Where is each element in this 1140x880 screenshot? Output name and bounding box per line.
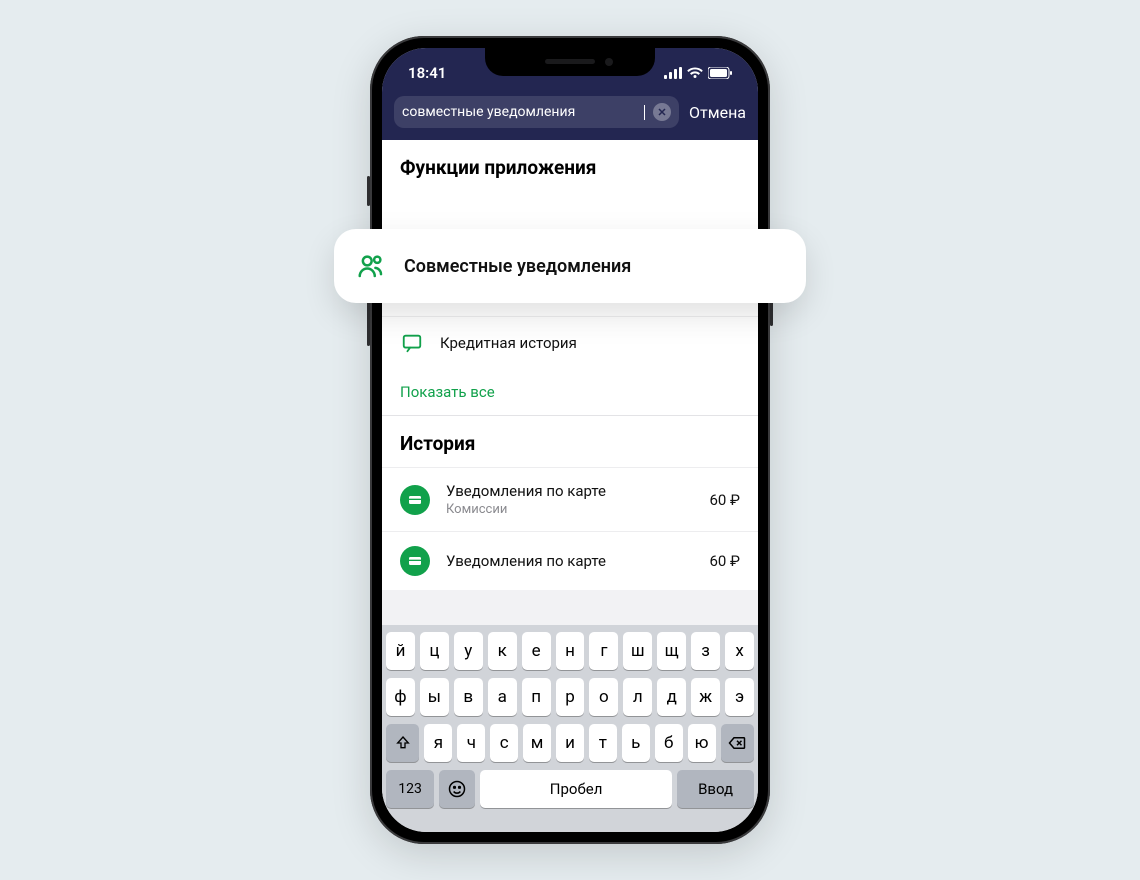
battery-icon xyxy=(708,67,732,79)
item-label: Уведомления по карте xyxy=(446,552,693,570)
screen: 18:41 xyxy=(382,48,758,832)
item-label: Кредитная история xyxy=(440,334,740,352)
list-item[interactable]: Уведомления по карте Комиссии 60 ₽ xyxy=(382,467,758,531)
letter-key[interactable]: ф xyxy=(386,678,415,716)
keyboard-row-3: ячсмитьбю xyxy=(386,724,754,762)
letter-key[interactable]: в xyxy=(454,678,483,716)
item-amount: 60 ₽ xyxy=(709,491,740,509)
letter-key[interactable]: б xyxy=(655,724,683,762)
list-item[interactable]: Кредитная история xyxy=(382,316,758,369)
search-row: совместные уведомления Отмена xyxy=(382,88,758,140)
letter-key[interactable]: т xyxy=(589,724,617,762)
letter-key[interactable]: ж xyxy=(691,678,720,716)
highlighted-result[interactable]: Совместные уведомления xyxy=(334,229,806,303)
letter-key[interactable]: з xyxy=(691,632,720,670)
letter-key[interactable]: э xyxy=(725,678,754,716)
highlight-label: Совместные уведомления xyxy=(404,256,631,277)
letter-key[interactable]: п xyxy=(522,678,551,716)
keyboard-row-2: фывапролджэ xyxy=(386,678,754,716)
signal-icon xyxy=(664,67,682,79)
section-title-history: История xyxy=(382,415,758,467)
space-key[interactable]: Пробел xyxy=(480,770,672,808)
letter-key[interactable]: у xyxy=(454,632,483,670)
letter-key[interactable]: с xyxy=(490,724,518,762)
mute-switch xyxy=(367,176,370,206)
emoji-key[interactable] xyxy=(439,770,475,808)
keyboard-row-1: йцукенгшщзх xyxy=(386,632,754,670)
item-sub: Комиссии xyxy=(446,502,693,517)
chat-icon xyxy=(400,331,424,355)
letter-key[interactable]: й xyxy=(386,632,415,670)
wifi-icon xyxy=(687,67,703,79)
letter-key[interactable]: г xyxy=(589,632,618,670)
letter-key[interactable]: ч xyxy=(457,724,485,762)
search-value: совместные уведомления xyxy=(402,104,636,120)
backspace-key[interactable] xyxy=(721,724,754,762)
item-body: Уведомления по карте Комиссии xyxy=(446,482,693,517)
letter-key[interactable]: н xyxy=(556,632,585,670)
letter-key[interactable]: и xyxy=(556,724,584,762)
letter-key[interactable]: к xyxy=(488,632,517,670)
letter-key[interactable]: р xyxy=(556,678,585,716)
letter-key[interactable]: ш xyxy=(623,632,652,670)
phone-frame: 18:41 xyxy=(370,36,770,844)
enter-key[interactable]: Ввод xyxy=(677,770,754,808)
content: Функции приложения Уведомления xyxy=(382,140,758,590)
letter-key[interactable]: а xyxy=(488,678,517,716)
list-item[interactable]: Уведомления по карте 60 ₽ xyxy=(382,531,758,590)
card-icon xyxy=(400,485,430,515)
letter-key[interactable]: х xyxy=(725,632,754,670)
letter-key[interactable]: д xyxy=(657,678,686,716)
card-icon xyxy=(400,546,430,576)
show-all-button[interactable]: Показать все xyxy=(382,369,758,415)
keyboard-row-4: 123 Пробел Ввод xyxy=(386,770,754,808)
letter-key[interactable]: ц xyxy=(420,632,449,670)
item-amount: 60 ₽ xyxy=(709,552,740,570)
shift-key[interactable] xyxy=(386,724,419,762)
letter-key[interactable]: ю xyxy=(688,724,716,762)
status-indicators xyxy=(664,67,732,79)
history-list: Уведомления по карте Комиссии 60 ₽ Уведо… xyxy=(382,467,758,590)
item-label: Уведомления по карте xyxy=(446,482,693,500)
letter-key[interactable]: ь xyxy=(622,724,650,762)
text-caret xyxy=(644,105,645,120)
item-body: Уведомления по карте xyxy=(446,552,693,570)
section-title-functions: Функции приложения xyxy=(382,140,758,191)
people-icon xyxy=(356,251,386,281)
notch xyxy=(485,48,655,76)
keyboard: йцукенгшщзх фывапролджэ ячсмитьбю 123 Пр… xyxy=(382,625,758,832)
letter-key[interactable]: щ xyxy=(657,632,686,670)
letter-key[interactable]: м xyxy=(523,724,551,762)
letter-key[interactable]: ы xyxy=(420,678,449,716)
letter-key[interactable]: я xyxy=(424,724,452,762)
search-input[interactable]: совместные уведомления xyxy=(394,96,679,128)
status-time: 18:41 xyxy=(408,64,446,82)
clear-icon[interactable] xyxy=(653,103,671,121)
numeric-key[interactable]: 123 xyxy=(386,770,434,808)
letter-key[interactable]: л xyxy=(623,678,652,716)
cancel-button[interactable]: Отмена xyxy=(689,103,746,122)
letter-key[interactable]: о xyxy=(589,678,618,716)
letter-key[interactable]: е xyxy=(522,632,551,670)
